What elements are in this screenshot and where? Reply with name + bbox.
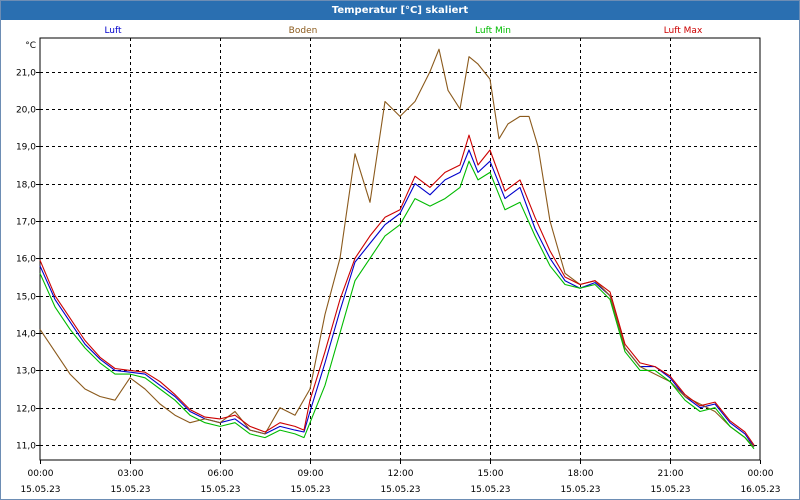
- y-tick-label: 16,0: [16, 255, 36, 265]
- legend: Luft Boden Luft Min Luft Max: [104, 26, 703, 36]
- y-tick-label: 18,0: [16, 181, 36, 191]
- legend-item-luft-max: Luft Max: [664, 26, 703, 36]
- x-tick-label-time: 12:00: [388, 469, 414, 479]
- x-tick-label-date: 15.05.23: [290, 485, 330, 495]
- series-line-boden: [39, 48, 755, 448]
- x-tick-label-time: 00:00: [28, 469, 54, 479]
- y-tick-label: 13,0: [16, 367, 36, 377]
- y-tick-label: 14,0: [16, 330, 36, 340]
- x-tick-label-date: 15.05.23: [20, 485, 60, 495]
- y-tick-label: 19,0: [16, 143, 36, 153]
- y-tick-label: 20,0: [16, 106, 36, 116]
- x-tick-label-time: 00:00: [748, 469, 774, 479]
- x-tick-label-time: 18:00: [568, 469, 594, 479]
- x-tick-label-date: 15.05.23: [650, 485, 690, 495]
- series-line-luft-max: [39, 134, 755, 446]
- series-line-luft-min: [39, 160, 755, 450]
- x-tick-label-date: 15.05.23: [470, 485, 510, 495]
- x-tick-label-time: 21:00: [658, 469, 684, 479]
- legend-item-luft-min: Luft Min: [475, 26, 511, 36]
- legend-item-luft: Luft: [104, 26, 122, 36]
- x-tick-label-date: 15.05.23: [200, 485, 240, 495]
- x-tick-label-time: 06:00: [208, 469, 234, 479]
- y-tick-label: 11,0: [16, 442, 36, 452]
- y-tick-label: 12,0: [16, 405, 36, 415]
- x-tick-label-time: 03:00: [118, 469, 144, 479]
- series-line-luft: [39, 149, 755, 448]
- y-tick-label: 15,0: [16, 293, 36, 303]
- y-axis-unit: °C: [25, 41, 36, 51]
- x-tick-label-time: 09:00: [298, 469, 324, 479]
- x-tick-label-date: 15.05.23: [110, 485, 150, 495]
- y-tick-label: 21,0: [16, 69, 36, 79]
- x-tick-label-time: 15:00: [478, 469, 504, 479]
- x-tick-label-date: 15.05.23: [560, 485, 600, 495]
- legend-item-boden: Boden: [289, 26, 318, 36]
- y-tick-label: 17,0: [16, 218, 36, 228]
- grid: [40, 38, 760, 460]
- x-tick-label-date: 15.05.23: [380, 485, 420, 495]
- line-chart: 11,0 12,0 13,0 14,0 15,0 16,0 17,0 18,0 19,0 20,0…: [16, 26, 781, 495]
- x-tick-label-date: 16.05.23: [740, 485, 780, 495]
